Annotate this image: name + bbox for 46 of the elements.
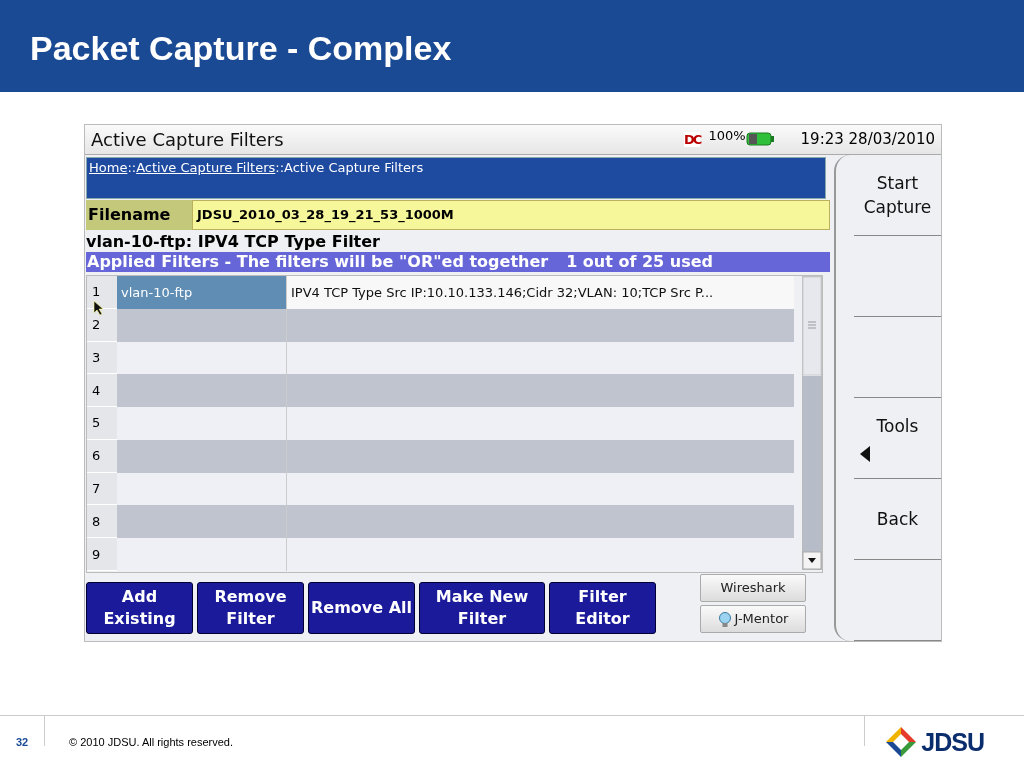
breadcrumb-link[interactable]: Home [89, 159, 128, 175]
page-number: 32 [14, 736, 30, 748]
applied-filters-text: Applied Filters - The filters will be "OR"ed together [87, 252, 549, 272]
left-triangle-icon [860, 445, 870, 462]
tool-button[interactable]: J-Mentor [700, 604, 806, 633]
table-cell: vlan-10-ftp [117, 275, 287, 309]
table-row[interactable]: 1 vlan-10-ftp IPV4 TCP Type Src IP:10.10.133.146;Cidr 32;VLAN: 10;TCP Src P... [87, 275, 794, 309]
row-number: 3 [87, 341, 117, 375]
row-number: 6 [87, 439, 117, 473]
action-button[interactable]: Remove All [308, 581, 415, 634]
row-number: 8 [87, 505, 117, 539]
action-button[interactable]: Make New Filter [419, 581, 545, 634]
row-number: 9 [87, 538, 117, 572]
row-number: 7 [87, 472, 117, 506]
table-cell: IPV4 TCP Type Src IP:10.10.133.146;Cidr 32;VLAN: 10;TCP Src P... [287, 275, 794, 309]
row-number: 5 [87, 407, 117, 440]
filter-title: vlan-10-ftp: IPV4 TCP Type Filter [86, 230, 381, 252]
slide-title: Packet Capture - Complex [30, 28, 452, 68]
action-button[interactable]: Add Existing [86, 581, 193, 634]
softkey[interactable]: Back [874, 506, 921, 531]
row-number: 4 [87, 374, 117, 408]
clock-text: 19:23 28/03/2010 [800, 130, 935, 149]
battery-percent: 100% [708, 127, 746, 143]
action-button[interactable]: Filter Editor [549, 581, 656, 634]
copyright-text: © 2010 JDSU. All rights reserved. [69, 736, 233, 748]
softkey[interactable]: Tools [874, 413, 921, 438]
action-button[interactable]: Remove Filter [197, 581, 304, 634]
filters-used-count: 1 out of 25 used [566, 252, 714, 272]
filename-field[interactable]: JDSU_2010_03_28_19_21_53_1000M [192, 199, 830, 230]
filename-label: Filename [86, 199, 192, 230]
row-number: 2 [87, 308, 117, 342]
diamond-logo-icon [885, 726, 918, 758]
breadcrumb-link[interactable]: Active Capture Filters [136, 159, 276, 175]
power-mode-badge: DC [684, 131, 701, 147]
table-row[interactable]: 3 [87, 341, 794, 375]
tool-button[interactable]: Wireshark [700, 573, 806, 602]
lightbulb-icon [717, 610, 732, 627]
window-title: Active Capture Filters [91, 128, 284, 150]
table-row[interactable]: 9 [87, 538, 794, 572]
logo-text: JDSU [921, 727, 984, 757]
table-row[interactable]: 5 [87, 407, 794, 440]
softkey[interactable]: Start Capture [854, 170, 941, 219]
breadcrumb-text: Home::Active Capture Filters::Active Capture Filters [89, 159, 424, 175]
battery-icon [745, 131, 775, 148]
pointer-icon [93, 299, 104, 316]
table-row[interactable]: 7 [87, 472, 794, 506]
